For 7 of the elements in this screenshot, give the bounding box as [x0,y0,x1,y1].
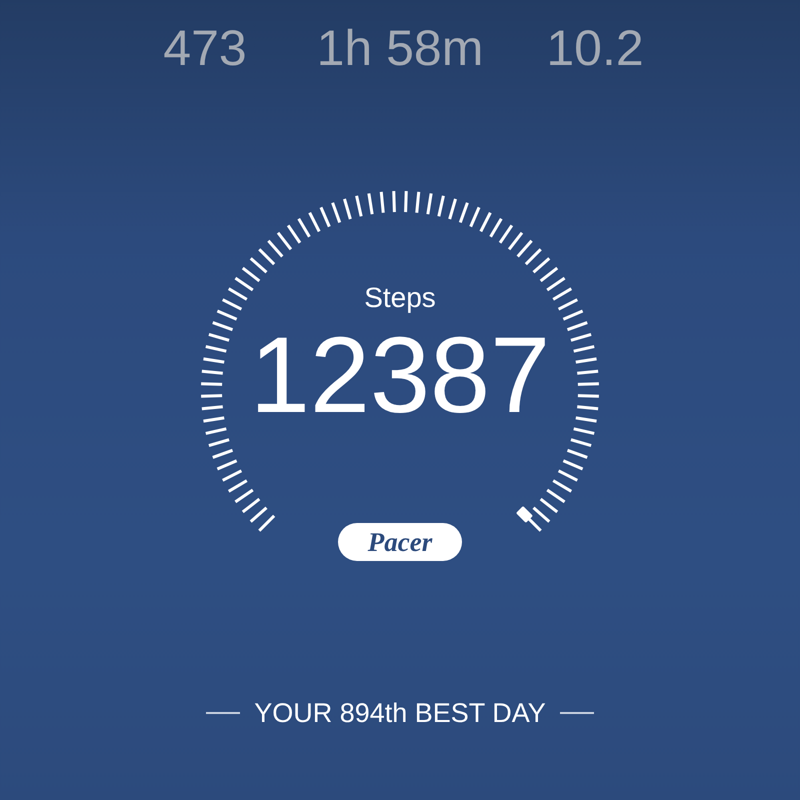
stat-value: 10.2 [545,19,645,78]
stat-value: 1h 58m [316,19,484,78]
steps-count: 12387 [250,320,550,430]
brand-logo: Pacer [338,523,462,561]
steps-label: Steps [364,281,436,315]
best-day-text: YOUR 894th BEST DAY [254,697,546,730]
stat-value: 473 [162,19,248,78]
